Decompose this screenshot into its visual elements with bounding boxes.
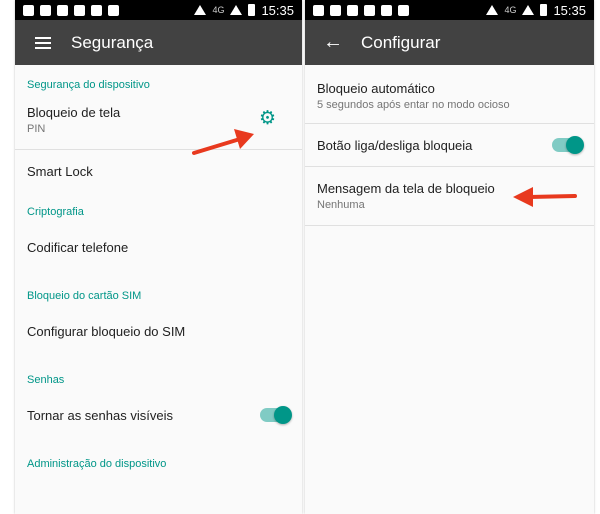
auto-lock-value: 5 segundos após entar no modo ocioso (317, 99, 510, 111)
section-sim-lock: Bloqueio do cartão SIM (27, 290, 142, 302)
status-bar: 4G 15:35 (15, 0, 302, 20)
annotation-arrow-right (513, 187, 577, 207)
network-type: 4G (212, 5, 225, 15)
gmail-icon (330, 4, 341, 16)
battery-icon (540, 4, 548, 16)
show-passwords-item[interactable]: Tornar as senhas visíveis (15, 386, 302, 444)
show-passwords-label: Tornar as senhas visíveis (27, 407, 173, 423)
hamburger-icon (35, 36, 51, 49)
clock: 15:35 (553, 2, 586, 18)
page-title: Configurar (361, 32, 441, 52)
wifi-icon (194, 5, 207, 15)
notification-icon (23, 4, 34, 16)
section-cryptography: Criptografia (27, 206, 84, 218)
back-button[interactable]: ← (305, 31, 361, 54)
youtube-icon (57, 4, 68, 16)
encrypt-phone-label: Codificar telefone (27, 239, 129, 255)
section-device-admin: Administração do dispositivo (27, 458, 167, 470)
signal-app-icon (398, 4, 409, 16)
configure-screen: 4G 15:35 ← Configurar Bloqueio automátic… (305, 0, 594, 514)
section-passwords: Senhas (27, 374, 65, 386)
annotation-arrow-left (192, 129, 254, 155)
youtube-icon (347, 4, 358, 16)
network-type: 4G (504, 5, 517, 15)
wifi-icon (486, 5, 499, 15)
divider (305, 225, 594, 226)
back-arrow-icon: ← (323, 31, 343, 53)
power-button-lock-toggle[interactable] (552, 136, 584, 154)
status-bar: 4G 15:35 (305, 0, 594, 20)
notification-icon (313, 4, 324, 16)
image-icon (381, 4, 392, 16)
cell-signal-icon (230, 5, 243, 15)
screen-lock-label: Bloqueio de tela (27, 105, 121, 120)
auto-lock-item[interactable]: Bloqueio automático 5 segundos após enta… (305, 65, 594, 123)
section-device-security: Segurança do dispositivo (27, 79, 150, 91)
smart-lock-label: Smart Lock (27, 163, 93, 179)
show-passwords-toggle[interactable] (260, 406, 292, 424)
image-icon (91, 4, 102, 16)
app-bar: ← Configurar (305, 20, 594, 65)
battery-icon (248, 4, 256, 16)
gmail-icon (40, 4, 51, 16)
screen-lock-item[interactable]: Bloqueio de tela PIN ⚙ (15, 91, 302, 149)
configure-sim-lock-item[interactable]: Configurar bloqueio do SIM (15, 302, 302, 360)
menu-button[interactable] (15, 36, 71, 49)
encrypt-phone-item[interactable]: Codificar telefone (15, 218, 302, 276)
toggle-knob (274, 406, 292, 424)
configure-sim-lock-label: Configurar bloqueio do SIM (27, 323, 186, 339)
auto-lock-label: Bloqueio automático (317, 81, 435, 96)
cell-signal-icon (522, 5, 535, 15)
security-screen: 4G 15:35 Segurança Segurança do disposit… (15, 0, 302, 514)
clock: 15:35 (261, 2, 294, 18)
gear-icon[interactable]: ⚙ (259, 107, 276, 130)
power-button-lock-item[interactable]: Botão liga/desliga bloqueia (305, 124, 594, 166)
app-bar: Segurança (15, 20, 302, 65)
signal-app-icon (108, 4, 119, 16)
whatsapp-icon (74, 4, 85, 16)
smart-lock-item[interactable]: Smart Lock (15, 150, 302, 192)
power-button-lock-label: Botão liga/desliga bloqueia (317, 137, 473, 153)
whatsapp-icon (364, 4, 375, 16)
toggle-knob (566, 136, 584, 154)
page-title: Segurança (71, 32, 154, 52)
